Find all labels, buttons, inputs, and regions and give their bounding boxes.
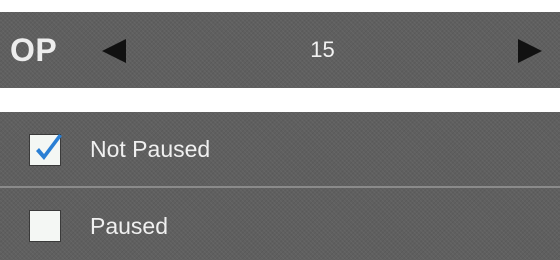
op-value: 15 [310, 37, 335, 62]
op-label: OP [10, 32, 58, 68]
option-not-paused[interactable]: Not Paused [0, 112, 560, 186]
checkmark-icon [36, 134, 62, 160]
option-paused[interactable]: Paused [0, 188, 560, 260]
checkbox-paused[interactable] [29, 210, 61, 242]
page: OP 15 Not Paused Paused [0, 0, 560, 260]
previous-button[interactable] [94, 12, 144, 88]
triangle-left-icon [102, 39, 126, 63]
triangle-right-icon [518, 39, 542, 63]
pause-options-list: Not Paused Paused [0, 112, 560, 260]
option-label-paused: Paused [90, 213, 169, 239]
option-label-not-paused: Not Paused [90, 136, 211, 162]
next-button[interactable] [504, 12, 554, 88]
checkbox-not-paused[interactable] [29, 134, 62, 166]
op-selector-bar: OP 15 [0, 12, 560, 88]
